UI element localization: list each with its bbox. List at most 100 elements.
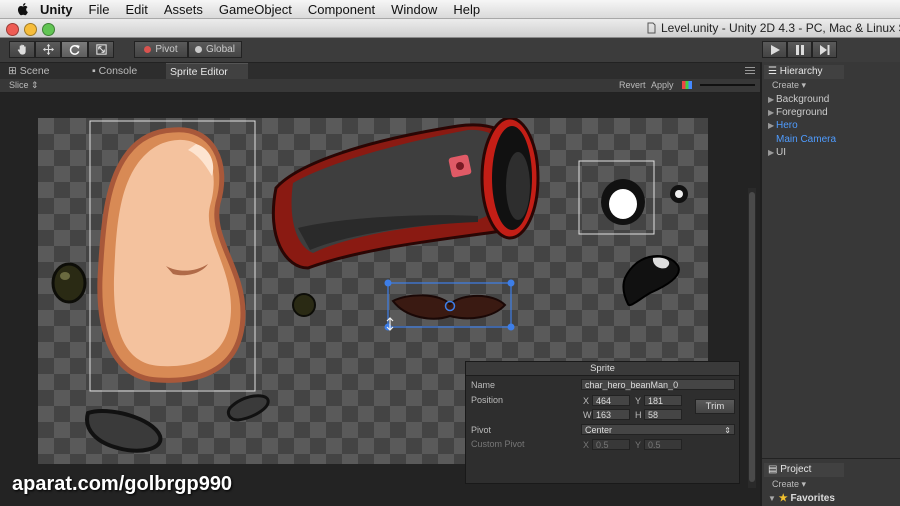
expand-triangle-icon[interactable]: ▶ <box>768 95 776 104</box>
name-label: Name <box>471 380 496 390</box>
vertical-scrollbar[interactable] <box>748 188 756 488</box>
height-field[interactable]: 58 <box>644 409 682 420</box>
hierarchy-create-dropdown[interactable]: Create ▾ <box>772 80 806 91</box>
position-y-field[interactable]: 181 <box>644 395 682 406</box>
panel-menu-icon[interactable] <box>745 67 755 75</box>
slice-dropdown[interactable]: Slice ⇕ <box>9 80 39 91</box>
bean-body-sprite[interactable] <box>89 120 256 392</box>
favorites-item[interactable]: ▼ ★ Favorites <box>768 493 835 504</box>
hierarchy-item-label: Hero <box>776 120 798 131</box>
tab-scene[interactable]: ⊞ Scene <box>4 63 86 79</box>
project-icon: ▤ <box>768 464 778 475</box>
hierarchy-item-background[interactable]: ▶ Background <box>768 94 829 105</box>
position-label: Position <box>471 395 504 405</box>
handle-top-left <box>384 279 392 287</box>
hand-tool-button[interactable] <box>9 41 35 58</box>
step-icon <box>819 44 829 55</box>
tab-scene-label: Scene <box>19 65 50 77</box>
apply-button[interactable]: Apply <box>651 80 674 90</box>
h-label: H <box>635 410 642 420</box>
cannon-sprite[interactable] <box>271 118 540 270</box>
hierarchy-item-label: Background <box>776 94 830 105</box>
expand-triangle-icon[interactable]: ▶ <box>768 108 776 117</box>
tab-sprite-editor[interactable]: Sprite Editor <box>166 63 248 79</box>
sprite-editor-toolbar: Slice ⇕ Revert Apply <box>0 79 760 93</box>
playback-controls <box>762 38 900 62</box>
play-button[interactable] <box>762 41 787 58</box>
eye-sprite-large[interactable] <box>51 262 87 304</box>
zoom-window-button[interactable] <box>42 23 55 36</box>
width-field[interactable]: 163 <box>592 409 630 420</box>
trim-button[interactable]: Trim <box>695 399 735 414</box>
minimize-window-button[interactable] <box>24 23 37 36</box>
scrollbar-thumb[interactable] <box>749 192 755 482</box>
w-label: W <box>583 410 592 420</box>
favorites-label: Favorites <box>790 493 835 504</box>
scale-icon <box>95 44 107 55</box>
mustache-sprite[interactable] <box>391 294 507 320</box>
tab-project[interactable]: ▤ Project <box>764 463 844 477</box>
menu-gameobject[interactable]: GameObject <box>219 2 292 17</box>
menu-help[interactable]: Help <box>453 2 480 17</box>
zoom-slider[interactable] <box>700 84 755 86</box>
eye-sprite-small[interactable] <box>292 293 316 317</box>
expand-triangle-icon[interactable]: ▶ <box>768 121 776 130</box>
pivot-dropdown[interactable]: Center ⇕ <box>581 424 735 435</box>
tab-sprite-editor-label: Sprite Editor <box>170 66 228 78</box>
pause-icon <box>795 44 804 55</box>
scene-icon: ⊞ <box>8 65 17 77</box>
foot-sprite[interactable] <box>85 408 163 453</box>
menu-component[interactable]: Component <box>308 2 375 17</box>
brow-sprite[interactable] <box>622 255 680 306</box>
global-toggle-button[interactable]: Global <box>188 41 242 58</box>
expand-triangle-icon[interactable]: ▼ <box>768 494 776 503</box>
apple-icon[interactable] <box>16 2 30 16</box>
step-button[interactable] <box>812 41 837 58</box>
x-label: X <box>583 396 590 406</box>
expand-triangle-icon[interactable]: ▶ <box>768 148 776 157</box>
name-field[interactable]: char_hero_beanMan_0 <box>581 379 735 390</box>
right-panel: ☰ Hierarchy Create ▾ ▶ Background ▶ Foregr… <box>762 38 900 506</box>
hierarchy-item-ui[interactable]: ▶ UI <box>768 147 786 158</box>
pivot-icon <box>144 46 152 53</box>
hierarchy-item-hero[interactable]: ▶ Hero <box>768 120 798 131</box>
play-icon <box>770 44 780 55</box>
star-icon: ★ <box>778 493 788 504</box>
window-title: Level.unity - Unity 2D 4.3 - PC, Mac & L… <box>661 21 900 35</box>
document-icon <box>647 22 656 34</box>
eye-white-sprite[interactable] <box>578 160 688 235</box>
pivot-label: Pivot <box>155 44 178 55</box>
watermark: aparat.com/golbrgp990 <box>12 473 233 495</box>
tab-console-label: Console <box>98 65 138 77</box>
rotate-tool-button[interactable] <box>61 41 88 58</box>
hierarchy-item-main-camera[interactable]: Main Camera <box>768 134 836 145</box>
dropdown-arrow-icon: ⇕ <box>724 426 731 435</box>
tab-console[interactable]: ▪ Console <box>88 63 164 79</box>
menu-assets[interactable]: Assets <box>164 2 203 17</box>
move-tool-button[interactable] <box>35 41 61 58</box>
custom-pivot-y-field: 0.5 <box>644 439 682 450</box>
hierarchy-item-foreground[interactable]: ▶ Foreground <box>768 107 828 118</box>
position-x-field[interactable]: 464 <box>592 395 630 406</box>
hierarchy-item-label: Main Camera <box>776 134 837 145</box>
custom-y-label: Y <box>635 440 642 450</box>
close-window-button[interactable] <box>6 23 19 36</box>
scale-tool-button[interactable] <box>88 41 114 58</box>
small-foot-sprite[interactable] <box>226 394 270 422</box>
menu-app-unity[interactable]: Unity <box>40 2 73 17</box>
rotate-icon <box>69 44 80 55</box>
menu-edit[interactable]: Edit <box>125 2 147 17</box>
pause-button[interactable] <box>787 41 812 58</box>
global-label: Global <box>206 44 235 55</box>
editor-tab-row: ⊞ Scene ▪ Console Sprite Editor <box>0 63 760 79</box>
color-channels-icon[interactable] <box>682 81 692 89</box>
pivot-toggle-button[interactable]: Pivot <box>134 41 188 58</box>
menu-window[interactable]: Window <box>391 2 437 17</box>
move-icon <box>42 43 54 56</box>
menu-file[interactable]: File <box>89 2 110 17</box>
panel-divider[interactable] <box>762 458 900 459</box>
revert-button[interactable]: Revert <box>619 80 646 90</box>
project-create-dropdown[interactable]: Create ▾ <box>772 479 806 490</box>
pivot-label: Pivot <box>471 425 492 435</box>
tab-hierarchy[interactable]: ☰ Hierarchy <box>764 65 844 79</box>
